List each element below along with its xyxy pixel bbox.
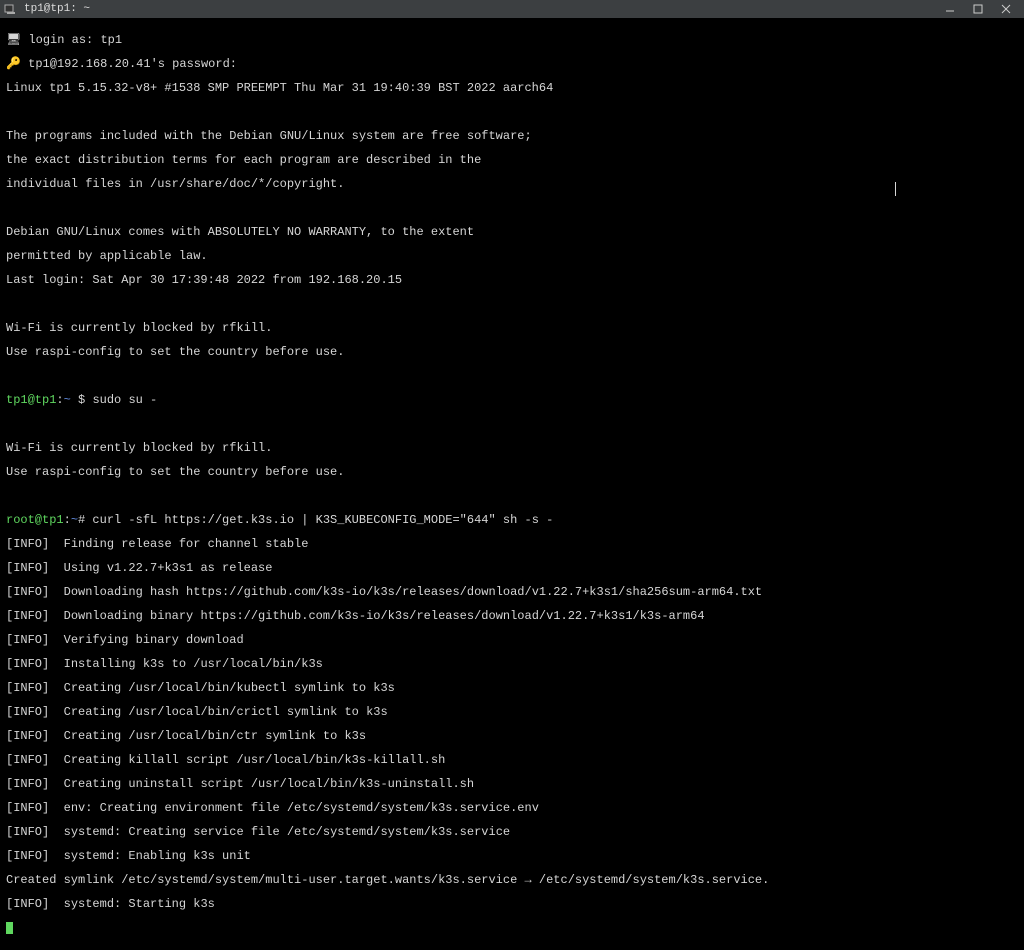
putty-icon	[4, 2, 18, 16]
prompt-path: ~	[64, 393, 71, 407]
prompt-line: tp1@tp1:~ $ sudo su -	[6, 394, 1018, 406]
info-line: [INFO] Using v1.22.7+k3s1 as release	[6, 562, 1018, 574]
minimize-button[interactable]	[936, 0, 964, 18]
prompt-path: ~	[71, 513, 78, 527]
prompt-user: root@tp1	[6, 513, 64, 527]
blank	[6, 202, 1018, 214]
info-line: [INFO] systemd: Creating service file /e…	[6, 826, 1018, 838]
titlebar: tp1@tp1: ~	[0, 0, 1024, 18]
motd: individual files in /usr/share/doc/*/cop…	[6, 178, 1018, 190]
motd: The programs included with the Debian GN…	[6, 130, 1018, 142]
terminal-output[interactable]: 🖥 login as: tp1 🔑 tp1@192.168.20.41's pa…	[0, 18, 1024, 950]
maximize-button[interactable]	[964, 0, 992, 18]
info-line: [INFO] Downloading binary https://github…	[6, 610, 1018, 622]
command: curl -sfL https://get.k3s.io | K3S_KUBEC…	[92, 513, 553, 527]
info-line: [INFO] Finding release for channel stabl…	[6, 538, 1018, 550]
rfkill: Use raspi-config to set the country befo…	[6, 466, 1018, 478]
key-icon: 🔑	[6, 57, 28, 71]
symlink-line: Created symlink /etc/systemd/system/mult…	[6, 874, 1018, 886]
prompt-line: root@tp1:~# curl -sfL https://get.k3s.io…	[6, 514, 1018, 526]
prompt-user: tp1@tp1	[6, 393, 56, 407]
last-login: Last login: Sat Apr 30 17:39:48 2022 fro…	[6, 274, 1018, 286]
blank	[6, 298, 1018, 310]
info-line: [INFO] Downloading hash https://github.c…	[6, 586, 1018, 598]
blank	[6, 490, 1018, 502]
login-prompt: login as: tp1	[28, 33, 122, 47]
command: sudo su -	[92, 393, 157, 407]
rfkill: Use raspi-config to set the country befo…	[6, 346, 1018, 358]
info-line: [INFO] Creating /usr/local/bin/crictl sy…	[6, 706, 1018, 718]
info-line: [INFO] env: Creating environment file /e…	[6, 802, 1018, 814]
close-button[interactable]	[992, 0, 1020, 18]
banner: Linux tp1 5.15.32-v8+ #1538 SMP PREEMPT …	[6, 82, 1018, 94]
info-line: [INFO] Creating uninstall script /usr/lo…	[6, 778, 1018, 790]
window-title: tp1@tp1: ~	[24, 3, 936, 15]
password-prompt: tp1@192.168.20.41's password:	[28, 57, 237, 71]
info-line: [INFO] Creating /usr/local/bin/kubectl s…	[6, 682, 1018, 694]
blank	[6, 418, 1018, 430]
info-line: [INFO] Verifying binary download	[6, 634, 1018, 646]
info-line: [INFO] Creating killall script /usr/loca…	[6, 754, 1018, 766]
putty-inline-icon: 🖥	[6, 33, 28, 47]
motd: the exact distribution terms for each pr…	[6, 154, 1018, 166]
motd: Debian GNU/Linux comes with ABSOLUTELY N…	[6, 226, 1018, 238]
cursor-line	[6, 922, 1018, 934]
block-cursor	[6, 922, 13, 934]
text-caret	[895, 182, 896, 196]
info-line: [INFO] systemd: Starting k3s	[6, 898, 1018, 910]
info-line: [INFO] Creating /usr/local/bin/ctr symli…	[6, 730, 1018, 742]
blank	[6, 106, 1018, 118]
blank	[6, 370, 1018, 382]
rfkill: Wi-Fi is currently blocked by rfkill.	[6, 442, 1018, 454]
rfkill: Wi-Fi is currently blocked by rfkill.	[6, 322, 1018, 334]
window-controls	[936, 0, 1020, 18]
info-line: [INFO] Installing k3s to /usr/local/bin/…	[6, 658, 1018, 670]
motd: permitted by applicable law.	[6, 250, 1018, 262]
info-line: [INFO] systemd: Enabling k3s unit	[6, 850, 1018, 862]
